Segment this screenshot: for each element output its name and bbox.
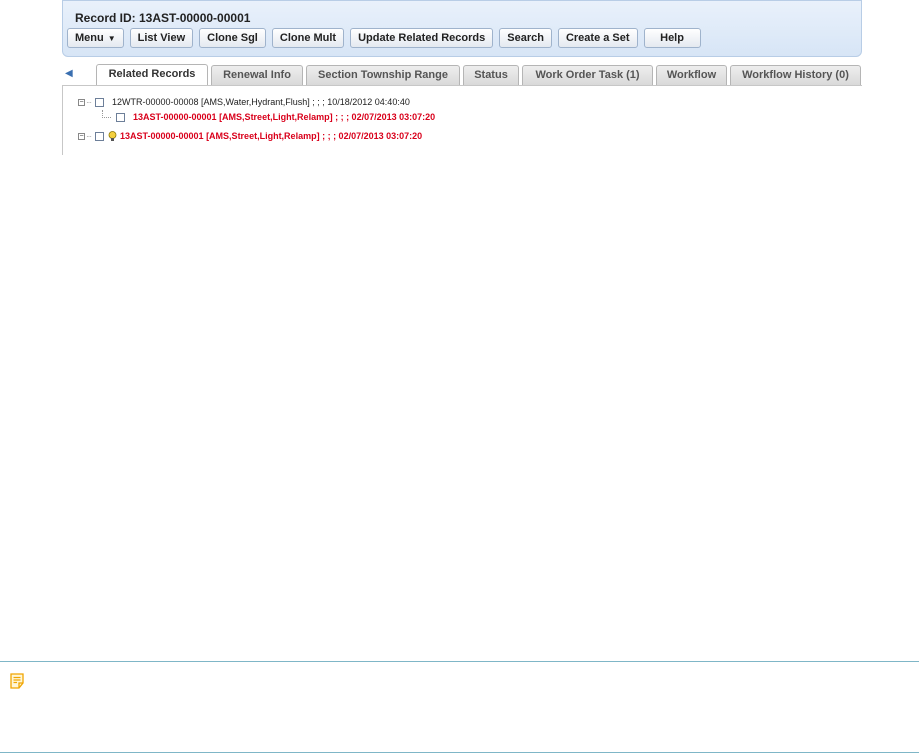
tab-status[interactable]: Status [463,65,519,85]
help-button[interactable]: Help [643,28,701,48]
tree-connector: ··· [86,131,92,141]
tree-connector: ··· [86,97,92,107]
note-top-rule [0,661,919,662]
record-link[interactable]: 13AST-00000-00001 [AMS,Street,Light,Rela… [120,131,422,141]
lightbulb-icon [108,130,117,141]
tree-row: 13AST-00000-00001 [AMS,Street,Light,Rela… [102,110,435,124]
tree-connector [102,110,111,118]
record-checkbox[interactable] [95,97,104,107]
note-icon [10,673,24,689]
collapse-toggle-icon[interactable]: − [78,132,85,140]
search-button[interactable]: Search [499,28,552,48]
record-header-panel: Record ID: 13AST-00000-00001 Menu ▼ List… [62,0,862,57]
menu-caret-icon: ▼ [107,33,116,43]
create-a-set-button[interactable]: Create a Set [557,28,638,48]
menu-button-label: Menu [75,32,104,44]
menu-button[interactable]: Menu ▼ [67,28,124,48]
tab-renewal-info[interactable]: Renewal Info [211,65,303,85]
tree-row: − ··· 12WTR-00000-00008 [AMS,Water,Hydra… [78,95,410,109]
list-view-button[interactable]: List View [129,28,194,48]
record-checkbox[interactable] [116,112,125,122]
record-tabs: ◀ Related Records Renewal Info Section T… [62,64,862,86]
collapse-toggle-icon[interactable]: − [78,98,85,106]
clone-single-button[interactable]: Clone Sgl [199,28,266,48]
tab-workflow-history[interactable]: Workflow History (0) [730,65,861,85]
tab-related-records[interactable]: Related Records [96,64,208,86]
content-left-border [62,86,63,155]
tab-work-order-task[interactable]: Work Order Task (1) [522,65,653,85]
tab-scroll-left-icon[interactable]: ◀ [65,68,73,79]
update-related-records-button[interactable]: Update Related Records [350,28,494,48]
record-id-label: Record ID: 13AST-00000-00001 [75,11,251,25]
tab-underline [62,85,862,86]
record-checkbox[interactable] [95,131,104,141]
tab-workflow[interactable]: Workflow [656,65,727,85]
tree-row: − ··· 13AST-00000-00001 [AMS,Street,Ligh… [78,129,422,143]
note-bottom-rule [0,752,919,753]
tab-section-township-range[interactable]: Section Township Range [306,65,460,85]
toolbar: Menu ▼ List View Clone Sgl Clone Mult Up… [67,28,707,48]
clone-multiple-button[interactable]: Clone Mult [271,28,345,48]
record-link[interactable]: 12WTR-00000-00008 [AMS,Water,Hydrant,Flu… [112,97,410,107]
record-link[interactable]: 13AST-00000-00001 [AMS,Street,Light,Rela… [133,112,435,122]
